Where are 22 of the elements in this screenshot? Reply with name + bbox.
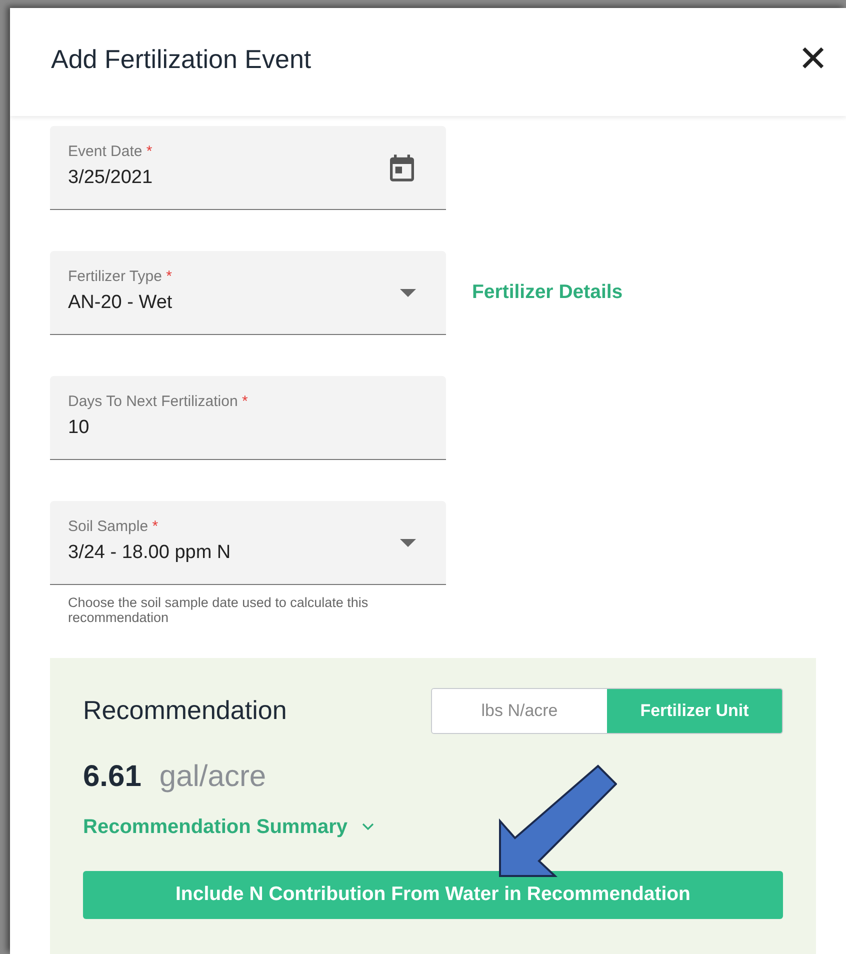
caret-icon[interactable] [400, 538, 416, 546]
input-field[interactable]: Soil Sample * 3/24 - 18.00 ppm N [50, 501, 446, 585]
input-field[interactable]: Days To Next Fertilization * 10 [50, 376, 446, 460]
field-label: Days To Next Fertilization * [68, 392, 248, 410]
amount-value: 6.61 [83, 760, 142, 794]
field-value: 3/25/2021 [68, 166, 153, 188]
section-title: Recommendation [83, 695, 287, 726]
unit-option[interactable]: lbs N/acre [432, 688, 607, 733]
chevron-icon [362, 823, 374, 832]
field-label: Event Date * [68, 142, 153, 160]
field-label: Fertilizer Type * [68, 268, 172, 284]
field-value: AN-20 - Wet [68, 292, 172, 314]
input-field[interactable]: Fertilizer Type * AN-20 - Wet [50, 251, 446, 335]
dialog-title: Add Fertilization Event [51, 44, 312, 74]
hint-text: Choose the soil sample date used to calculate this recommendation [67, 594, 370, 626]
input-field[interactable]: Event Date * 3/25/2021 [50, 126, 446, 210]
field-label: Soil Sample * [68, 518, 160, 534]
caret-icon[interactable] [400, 288, 416, 296]
amount-unit: gal/acre [159, 760, 266, 794]
close-button[interactable]: ✕ [794, 38, 832, 80]
field-value: 3/24 - 18.00 ppm N [68, 542, 231, 564]
field-value: 10 [68, 416, 90, 438]
